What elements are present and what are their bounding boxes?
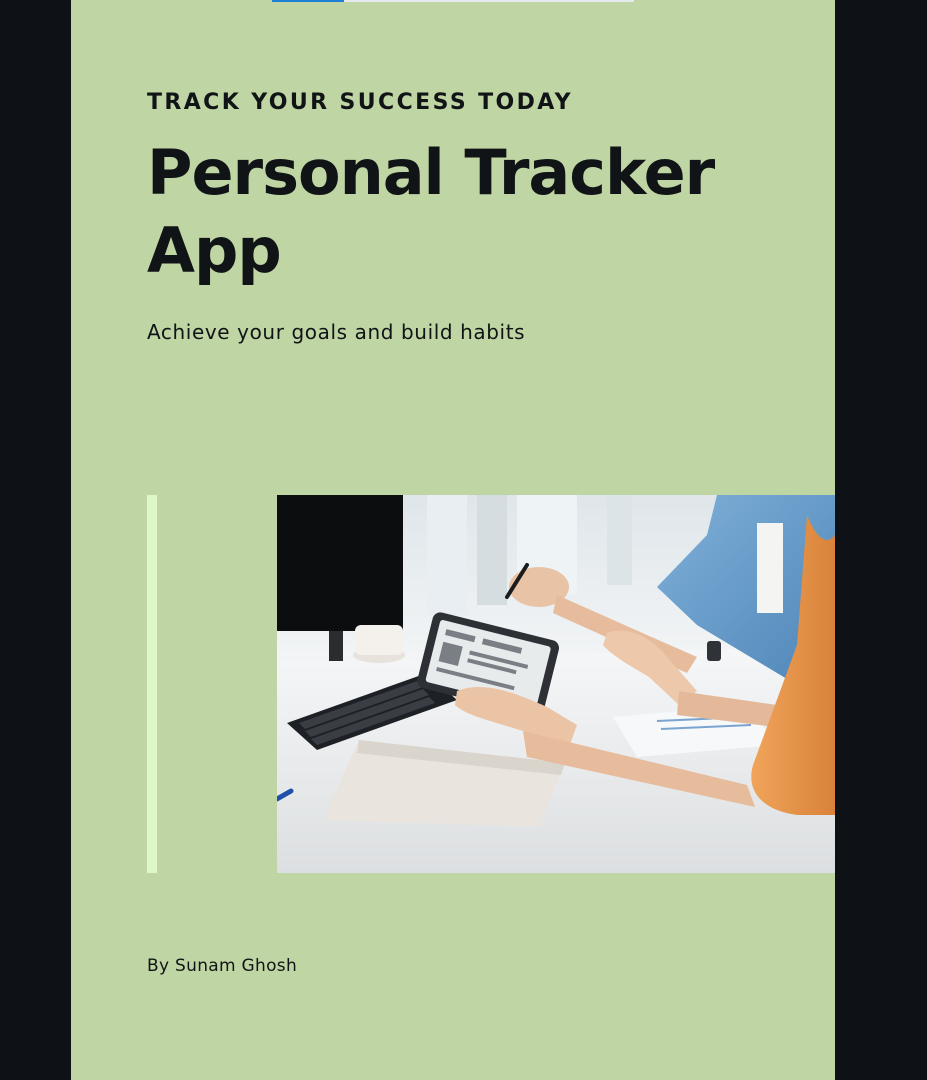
cover-photo <box>277 495 835 873</box>
reading-progress-fill <box>272 0 345 2</box>
cover-eyebrow: TRACK YOUR SUCCESS TODAY <box>147 90 573 115</box>
reading-progress-bar <box>272 0 634 2</box>
cover-page: TRACK YOUR SUCCESS TODAY Personal Tracke… <box>71 0 835 1080</box>
cover-title: Personal Tracker App <box>147 136 715 287</box>
accent-bar <box>147 495 157 873</box>
author-byline: By Sunam Ghosh <box>147 956 298 976</box>
cover-subtitle: Achieve your goals and build habits <box>147 320 526 344</box>
